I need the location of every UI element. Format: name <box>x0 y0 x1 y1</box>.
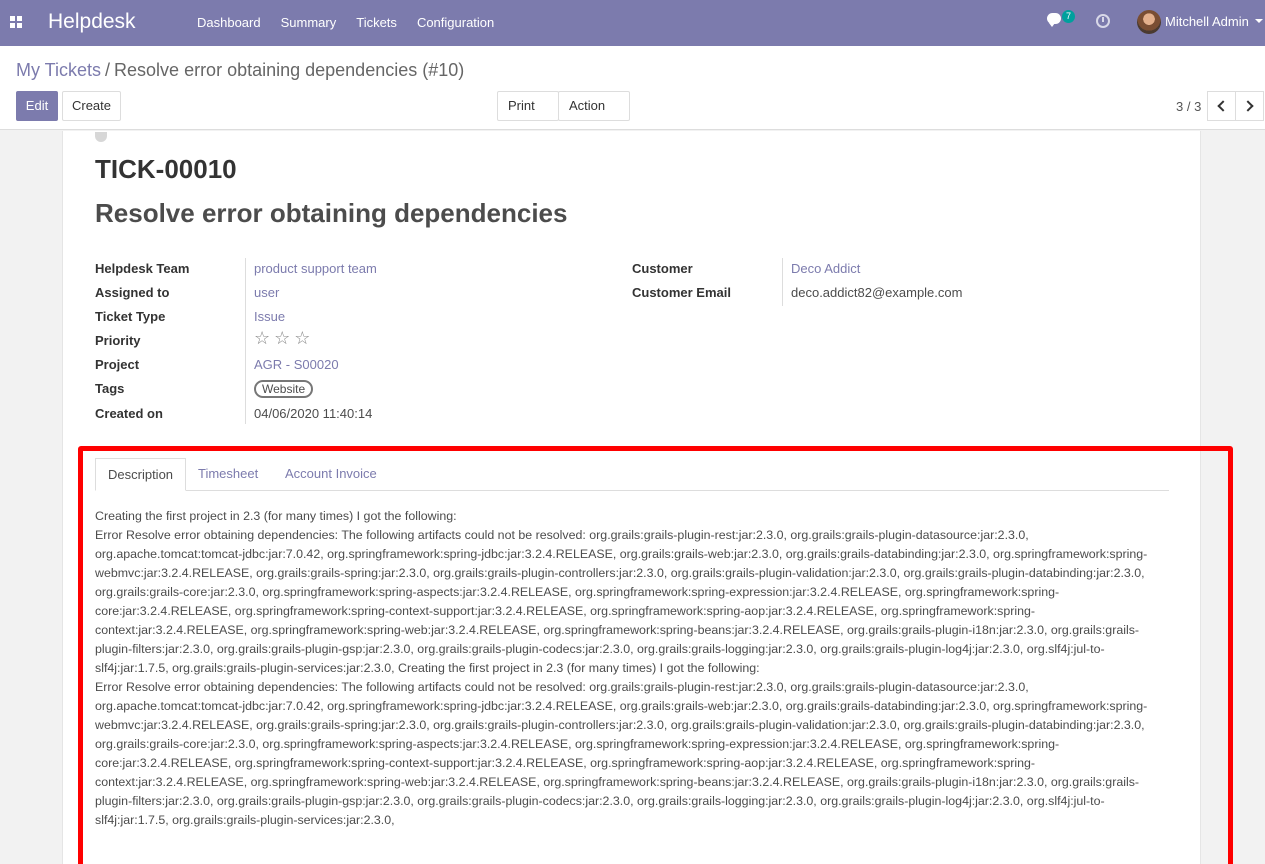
avatar[interactable] <box>1137 10 1161 34</box>
menu-summary[interactable]: Summary <box>271 0 347 46</box>
user-menu-name[interactable]: Mitchell Admin <box>1165 14 1249 29</box>
helpdesk-team-value[interactable]: product support team <box>254 261 377 276</box>
customer-label: Customer <box>632 261 693 276</box>
ticket-title: Resolve error obtaining dependencies <box>95 198 568 228</box>
messaging-menu[interactable]: 7 <box>1047 10 1075 27</box>
edit-button[interactable]: Edit <box>16 91 58 121</box>
chat-count-badge: 7 <box>1062 10 1075 23</box>
created-on-label: Created on <box>95 406 163 421</box>
star-icon[interactable]: ☆ <box>294 329 310 347</box>
customer-value[interactable]: Deco Addict <box>791 261 860 276</box>
breadcrumb: My Tickets / Resolve error obtaining depen… <box>16 60 464 81</box>
field-divider <box>782 258 783 306</box>
tags-label: Tags <box>95 381 125 396</box>
menu-dashboard[interactable]: Dashboard <box>187 0 271 46</box>
pager-previous-button[interactable] <box>1207 91 1236 121</box>
created-on-value: 04/06/2020 11:40:14 <box>254 406 373 421</box>
ticket-reference: TICK-00010 <box>95 154 237 184</box>
assigned-to-value[interactable]: user <box>254 285 279 300</box>
assigned-to-label: Assigned to <box>95 285 170 300</box>
priority-label: Priority <box>95 333 141 348</box>
print-label: Print <box>508 98 535 113</box>
project-value[interactable]: AGR - S00020 <box>254 357 339 372</box>
ticket-type-value[interactable]: Issue <box>254 309 285 324</box>
breadcrumb-my-tickets[interactable]: My Tickets <box>16 60 101 80</box>
control-panel: My Tickets / Resolve error obtaining depen… <box>0 46 1265 137</box>
top-navbar: Helpdesk Dashboard Summary Tickets Confi… <box>0 0 1265 46</box>
chevron-left-icon <box>1217 100 1229 112</box>
action-label: Action <box>569 98 606 113</box>
highlight-box <box>78 446 1233 864</box>
customer-email-value: deco.addict82@example.com <box>791 285 963 300</box>
apps-menu-icon[interactable] <box>10 16 22 28</box>
priority-stars[interactable]: ☆ ☆ ☆ <box>254 329 310 347</box>
main-menu: Dashboard Summary Tickets Configuration <box>187 0 504 46</box>
breadcrumb-separator: / <box>105 60 111 80</box>
project-label: Project <box>95 357 140 372</box>
pager-value[interactable]: 3 / 3 <box>1176 99 1201 114</box>
user-menu-caret-icon[interactable] <box>1255 19 1263 23</box>
chevron-right-icon <box>1242 100 1254 112</box>
helpdesk-team-label: Helpdesk Team <box>95 261 190 276</box>
activity-clock-icon[interactable] <box>1096 14 1110 28</box>
menu-tickets[interactable]: Tickets <box>346 0 407 46</box>
breadcrumb-current: Resolve error obtaining dependencies (#1… <box>114 60 465 80</box>
app-title[interactable]: Helpdesk <box>48 10 136 34</box>
customer-email-label: Customer Email <box>632 285 731 300</box>
chat-icon <box>1047 13 1061 27</box>
pager-next-button[interactable] <box>1235 91 1264 121</box>
action-dropdown[interactable]: Action <box>558 91 630 137</box>
menu-configuration[interactable]: Configuration <box>407 0 504 46</box>
ticket-type-label: Ticket Type <box>95 309 166 324</box>
create-button[interactable]: Create <box>62 91 121 121</box>
tag-website[interactable]: Website <box>254 380 314 398</box>
star-icon[interactable]: ☆ <box>254 329 270 347</box>
field-divider <box>245 258 246 424</box>
star-icon[interactable]: ☆ <box>274 329 290 347</box>
print-dropdown[interactable]: Print <box>497 91 559 137</box>
